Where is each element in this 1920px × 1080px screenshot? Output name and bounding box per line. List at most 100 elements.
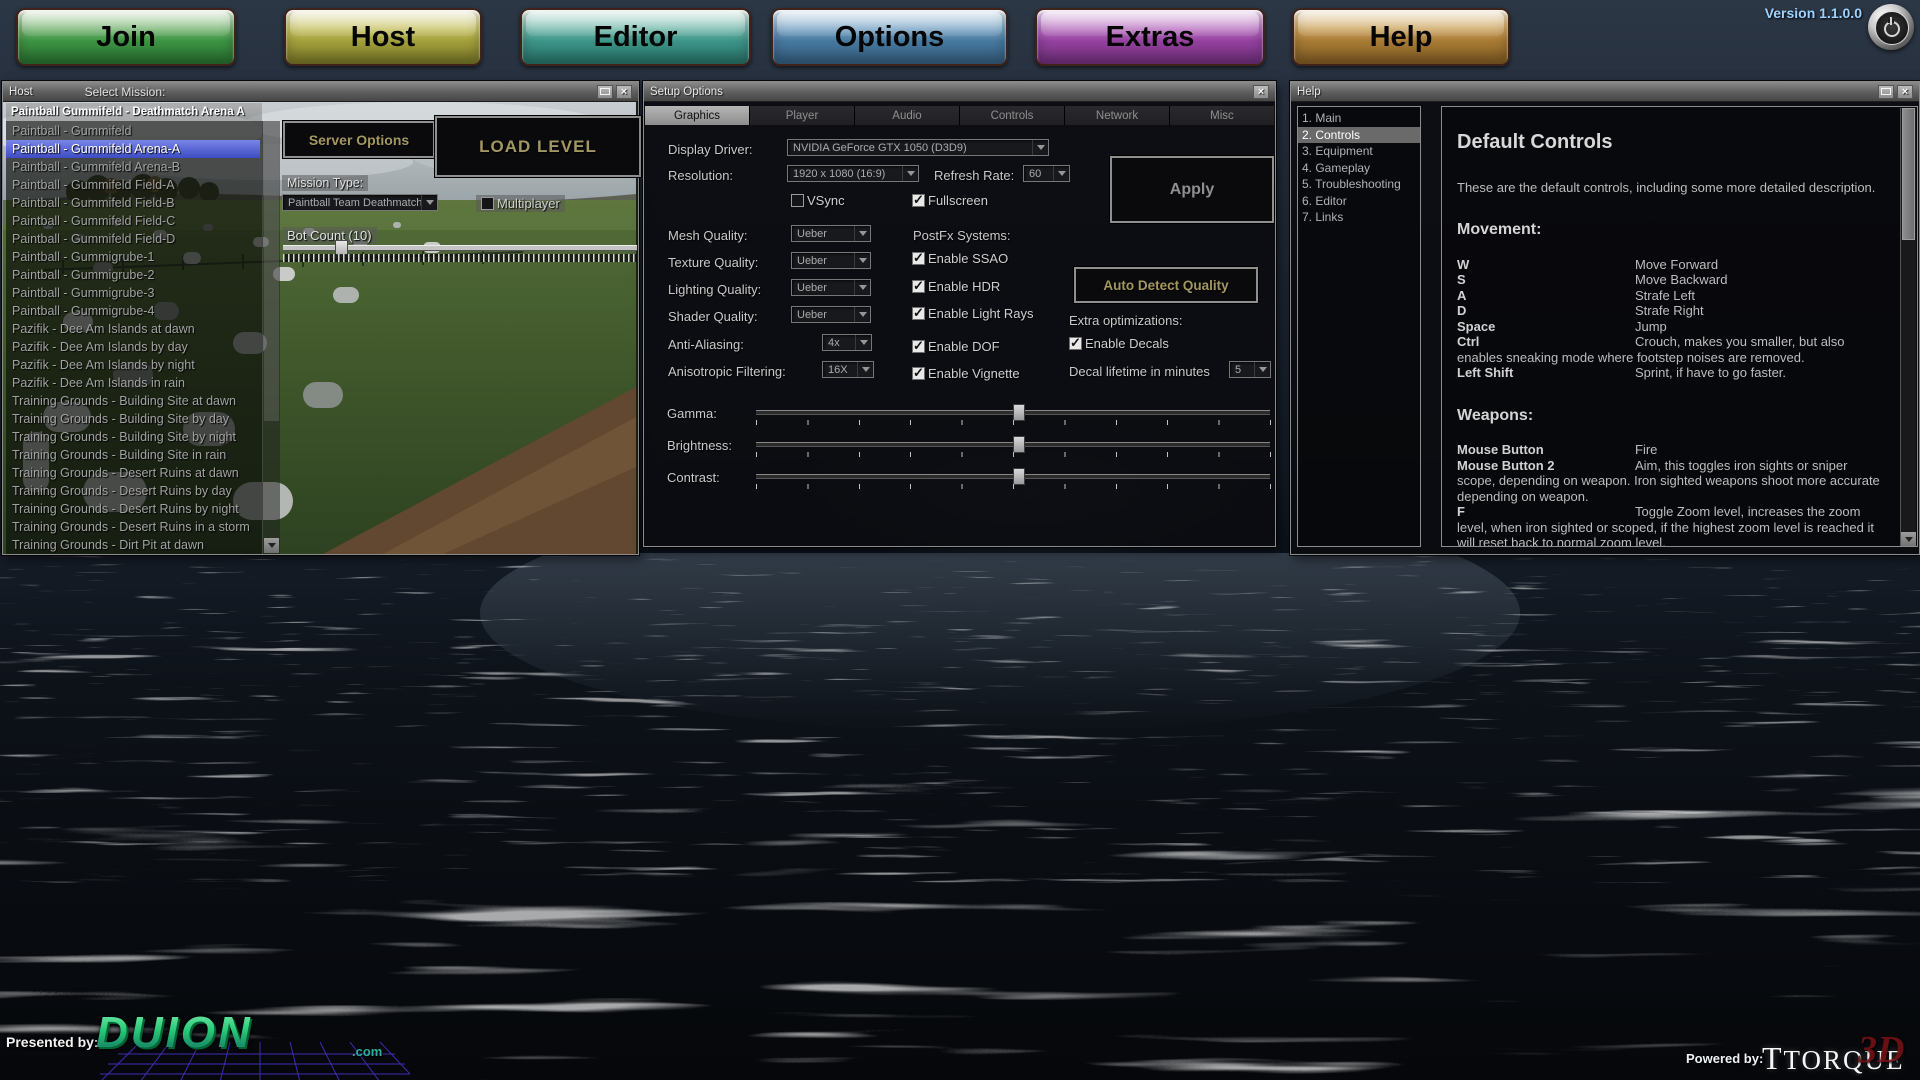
help-nav-item[interactable]: 6. Editor [1298, 193, 1420, 210]
tab-controls[interactable]: Controls [960, 106, 1065, 125]
close-icon[interactable]: × [1253, 85, 1269, 99]
quality-dropdown[interactable]: Ueber [791, 252, 871, 269]
quality-dropdown[interactable]: Ueber [791, 279, 871, 296]
help-nav-item[interactable]: 5. Troubleshooting [1298, 176, 1420, 193]
mission-list-item[interactable]: Pazifik - Dee Am Islands by night [6, 356, 260, 374]
power-icon[interactable] [1868, 4, 1914, 50]
scrollbar-thumb[interactable] [1902, 108, 1915, 240]
bot-count-slider[interactable] [283, 242, 637, 266]
display-driver-dropdown[interactable]: NVIDIA GeForce GTX 1050 (D3D9) [787, 139, 1049, 156]
help-scrollbar[interactable] [1900, 108, 1916, 547]
mission-list-item[interactable]: Training Grounds - Desert Ruins in a sto… [6, 518, 260, 536]
refresh-rate-label: Refresh Rate: [934, 168, 1014, 183]
mission-list-item[interactable]: Training Grounds - Dirt Pit at dawn [6, 536, 260, 554]
minimize-icon[interactable] [1878, 85, 1894, 99]
mission-list-item[interactable]: Paintball - Gummifeld Arena-A [6, 140, 260, 158]
slider-thumb[interactable] [1013, 468, 1025, 485]
anti-aliasing-label: Anti-Aliasing: [668, 337, 744, 352]
fullscreen-checkbox[interactable] [912, 194, 925, 207]
postfx-checkbox[interactable] [912, 340, 925, 353]
host-button[interactable]: Host [284, 8, 482, 66]
slider-thumb[interactable] [1013, 436, 1025, 453]
mission-list-item[interactable]: Training Grounds - Building Site by day [6, 410, 260, 428]
enable-decals-label: Enable Decals [1085, 336, 1169, 351]
vsync-checkbox[interactable] [791, 194, 804, 207]
postfx-checkbox[interactable] [912, 280, 925, 293]
duion-com-suffix: .com [352, 1044, 382, 1059]
scrollbar-thumb[interactable] [264, 121, 279, 421]
mission-list-item[interactable]: Paintball - Gummifeld [6, 122, 260, 140]
display-slider[interactable]: Contrast: [644, 470, 1275, 496]
tab-network[interactable]: Network [1065, 106, 1170, 125]
game-screen: Join Host Editor Options Extras Help Ver… [0, 0, 1920, 1080]
apply-button[interactable]: Apply [1110, 156, 1274, 223]
setup-window-titlebar[interactable]: Setup Options × [644, 82, 1275, 102]
mission-list-item[interactable]: Training Grounds - Desert Ruins by day [6, 482, 260, 500]
mission-list-item[interactable]: Paintball - Gummigrube-4 [6, 302, 260, 320]
minimize-icon[interactable] [597, 85, 613, 99]
tab-graphics[interactable]: Graphics [645, 106, 750, 125]
mission-list-item[interactable]: Paintball - Gummifeld Field-C [6, 212, 260, 230]
mission-list-item[interactable]: Paintball - Gummigrube-3 [6, 284, 260, 302]
server-options-button[interactable]: Server Options [283, 121, 435, 158]
help-window-titlebar[interactable]: Help × [1291, 82, 1919, 102]
chevron-down-icon [854, 280, 870, 295]
help-nav-item[interactable]: 3. Equipment [1298, 143, 1420, 160]
mission-list-item[interactable]: Paintball - Gummifeld Field-B [6, 194, 260, 212]
editor-button[interactable]: Editor [520, 8, 751, 66]
mission-list-item[interactable]: Training Grounds - Desert Ruins at dawn [6, 464, 260, 482]
close-icon[interactable]: × [1897, 85, 1913, 99]
mission-list-item[interactable]: Pazifik - Dee Am Islands in rain [6, 374, 260, 392]
mission-list-scrollbar[interactable] [262, 121, 280, 554]
close-icon[interactable]: × [616, 85, 632, 99]
help-nav-item[interactable]: 7. Links [1298, 209, 1420, 226]
quality-dropdown[interactable]: Ueber [791, 225, 871, 242]
mission-list-item[interactable]: Paintball - Gummigrube-2 [6, 266, 260, 284]
chevron-down-icon [854, 307, 870, 322]
options-button[interactable]: Options [771, 8, 1008, 66]
auto-detect-quality-button[interactable]: Auto Detect Quality [1074, 267, 1258, 303]
postfx-checkbox[interactable] [912, 307, 925, 320]
mission-list-item[interactable]: Paintball - Gummifeld Arena-B [6, 158, 260, 176]
anti-aliasing-dropdown[interactable]: 4x [822, 334, 872, 351]
resolution-dropdown[interactable]: 1920 x 1080 (16:9) [787, 165, 919, 182]
slider-ticks [756, 420, 1271, 425]
postfx-check-row: Enable Light Rays [912, 306, 1034, 321]
mission-list-item[interactable]: Training Grounds - Building Site by nigh… [6, 428, 260, 446]
postfx-checkbox[interactable] [912, 252, 925, 265]
display-slider[interactable]: Gamma: [644, 406, 1275, 432]
tab-misc[interactable]: Misc [1170, 106, 1274, 125]
extras-button[interactable]: Extras [1035, 8, 1265, 66]
display-slider[interactable]: Brightness: [644, 438, 1275, 464]
help-button[interactable]: Help [1292, 8, 1510, 66]
mission-list-item[interactable]: Paintball - Gummifeld Field-A [6, 176, 260, 194]
mission-list-item[interactable]: Training Grounds - Building Site at dawn [6, 392, 260, 410]
mission-list-item[interactable]: Paintball - Gummigrube-1 [6, 248, 260, 266]
refresh-rate-dropdown[interactable]: 60 [1023, 165, 1070, 182]
decal-lifetime-dropdown[interactable]: 5 [1229, 361, 1271, 378]
scroll-down-button[interactable] [264, 538, 279, 553]
postfx-systems-label: PostFx Systems: [913, 228, 1011, 243]
tab-player[interactable]: Player [750, 106, 855, 125]
anisotropic-filtering-dropdown[interactable]: 16X [822, 361, 874, 378]
join-button[interactable]: Join [16, 8, 236, 66]
quality-row-label: Lighting Quality: [668, 282, 761, 297]
tab-audio[interactable]: Audio [855, 106, 960, 125]
enable-decals-checkbox[interactable] [1069, 337, 1082, 350]
slider-thumb[interactable] [1013, 404, 1025, 421]
scroll-down-button[interactable] [1901, 532, 1916, 547]
mission-list-item[interactable]: Paintball - Gummifeld Field-D [6, 230, 260, 248]
help-nav-item[interactable]: 1. Main [1298, 110, 1420, 127]
mission-list-item[interactable]: Training Grounds - Building Site in rain [6, 446, 260, 464]
load-level-button[interactable]: LOAD LEVEL [435, 116, 641, 177]
host-window-titlebar[interactable]: Host Select Mission: × [3, 82, 638, 102]
mission-type-dropdown[interactable]: Paintball Team Deathmatch [282, 194, 438, 211]
postfx-checkbox[interactable] [912, 367, 925, 380]
multiplayer-checkbox[interactable] [481, 197, 494, 210]
help-nav-item[interactable]: 4. Gameplay [1298, 160, 1420, 177]
mission-list-item[interactable]: Pazifik - Dee Am Islands at dawn [6, 320, 260, 338]
quality-dropdown[interactable]: Ueber [791, 306, 871, 323]
mission-list-item[interactable]: Pazifik - Dee Am Islands by day [6, 338, 260, 356]
help-nav-item[interactable]: 2. Controls [1298, 127, 1420, 144]
mission-list-item[interactable]: Training Grounds - Desert Ruins by night [6, 500, 260, 518]
